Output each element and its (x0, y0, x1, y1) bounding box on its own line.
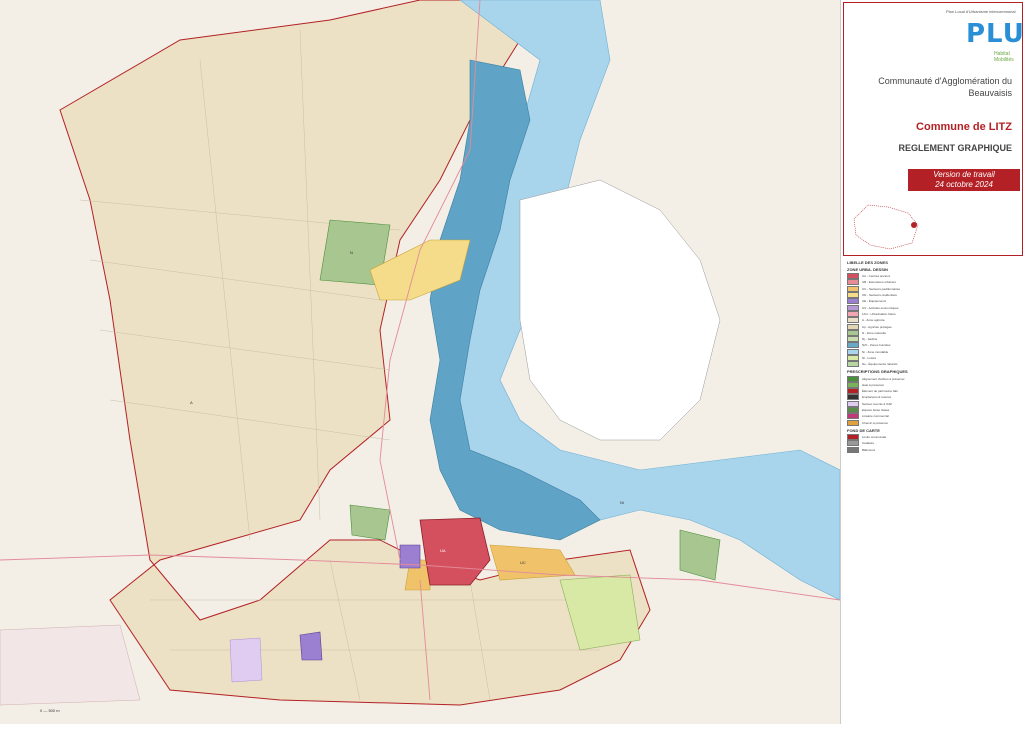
legend-label: UA - Centres anciens (862, 274, 891, 279)
legend-swatch (847, 394, 859, 401)
legend-section-zones: ZONE URBA. DESSIN (847, 267, 888, 272)
legend-label: Secteur soumis à OAP (862, 401, 893, 406)
legend-label: Élément de patrimoine bâti (862, 389, 898, 394)
legend-fond: Limite communale Cadastre Bâtiments (843, 433, 1023, 453)
legend-swatch (847, 375, 859, 382)
legend-swatch (847, 361, 859, 368)
legend-swatch (847, 355, 859, 361)
legend-label: Nzh - Zones humides (862, 343, 891, 348)
legend-swatch (847, 433, 859, 440)
legend-swatch (847, 323, 859, 330)
legend-label: 1AU - Urbanisation future (862, 311, 896, 316)
legend-swatch (847, 298, 859, 305)
legend-label: Ap - Agricole protégée (862, 324, 892, 329)
legend-swatch (847, 419, 859, 426)
legend-label: Ne - Équipements naturels (862, 362, 898, 367)
legend-title: LIBELLE DES ZONES (847, 260, 888, 265)
map-label-a: A (190, 400, 193, 405)
legend-label: Linéaire commercial (862, 414, 889, 419)
natural-zone-2 (349, 504, 391, 541)
legend-label: Nj - Jardins (862, 337, 878, 342)
legend-row: Chemin à préserver (843, 419, 1023, 426)
legend-swatch (847, 273, 859, 280)
legend-label: Cadastre (862, 441, 875, 446)
legend-swatch (847, 317, 859, 324)
map-label-uc: UC (520, 560, 526, 565)
map-canvas (0, 0, 841, 724)
map-legend: LIBELLE DES ZONES ZONE URBA. DESSIN UA -… (843, 258, 1023, 722)
legend-label: Ni - Zone inondable (862, 349, 889, 354)
legend-swatch (847, 329, 859, 336)
legend-label: UD - Secteurs résidentiels (862, 293, 897, 298)
legend-label: Chemin à préserver (862, 420, 889, 425)
legend-prescriptions: Alignement d'arbres à préserver Haie à pr… (843, 375, 1023, 426)
logo-word: PLUi (966, 19, 1024, 49)
map-label-n: N (350, 250, 353, 255)
legend-swatch (847, 348, 859, 355)
legend-label: UB - Extensions urbaines (862, 280, 896, 285)
legend-swatch (847, 440, 859, 447)
legend-label: UX - Activités économiques (862, 305, 899, 310)
legend-swatch (847, 400, 859, 407)
legend-swatch (847, 336, 859, 343)
neighbour-equipment (229, 637, 263, 683)
legend-swatch (847, 285, 859, 292)
legend-section-prescriptions: PRESCRIPTIONS GRAPHIQUES (847, 369, 908, 375)
legend-label: N - Zone naturelle (862, 330, 887, 335)
legend-label: UC - Secteurs pavillonnaires (862, 286, 901, 291)
neighbour-village (0, 624, 141, 706)
title-block: Plan Local d'Urbanisme intercommunal PLU… (843, 2, 1024, 256)
map-label-ni: Ni (620, 500, 624, 505)
legend-swatch (847, 292, 859, 299)
version-label: Version de travail (933, 170, 995, 179)
legend-swatch (847, 407, 859, 414)
legend-swatch (847, 279, 859, 286)
legend-swatch (847, 342, 859, 349)
legend-section-fond: FOND DE CARTE (847, 427, 880, 433)
legend-label: Bâtiments (862, 447, 876, 452)
legend-swatch (847, 413, 859, 420)
legend-zones: UA - Centres anciens UB - Extensions urba… (843, 273, 1023, 368)
legend-label: A - Zone agricole (862, 318, 885, 323)
zoning-map[interactable]: A N UA UC Ni 0 — 500 m (0, 0, 841, 724)
legend-swatch (847, 388, 859, 395)
legend-row: Bâtiments (843, 446, 1023, 453)
legend-swatch (847, 304, 859, 311)
version-date: 24 octobre 2024 (935, 180, 993, 189)
legend-label: UE - Équipements (862, 299, 887, 304)
scale-bar: 0 — 500 m (40, 708, 60, 713)
legend-label: Alignement d'arbres à préserver (862, 376, 905, 381)
commune-title: Commune de LITZ (916, 121, 1012, 133)
legend-label: Haie à préserver (862, 382, 885, 387)
legend-row: Ne - Équipements naturels (843, 361, 1023, 368)
agglomeration-name: Communauté d'Agglomération du Beauvaisis (878, 76, 1012, 98)
logo-caption: Plan Local d'Urbanisme intercommunal (946, 9, 1016, 14)
side-panel: Plan Local d'Urbanisme intercommunal PLU… (840, 0, 1024, 724)
legend-swatch (847, 381, 859, 388)
legend-swatch (847, 310, 859, 317)
legend-label: Limite communale (862, 434, 887, 439)
version-badge: Version de travail 24 octobre 2024 (908, 169, 1020, 191)
equipment-zone-2 (299, 631, 323, 661)
document-title: REGLEMENT GRAPHIQUE (898, 143, 1012, 153)
legend-label: Nl - Loisirs (862, 356, 877, 360)
legend-label: Emplacement réservé (862, 395, 892, 400)
map-label-ua: UA (440, 548, 446, 553)
plui-logo: Plan Local d'Urbanisme intercommunal PLU… (944, 9, 1024, 69)
legend-label: Espace boisé classé (862, 408, 890, 413)
legend-swatch (847, 446, 859, 453)
locator-map-icon (853, 204, 919, 250)
logo-sub-mobilites: Mobilités (994, 57, 1014, 63)
